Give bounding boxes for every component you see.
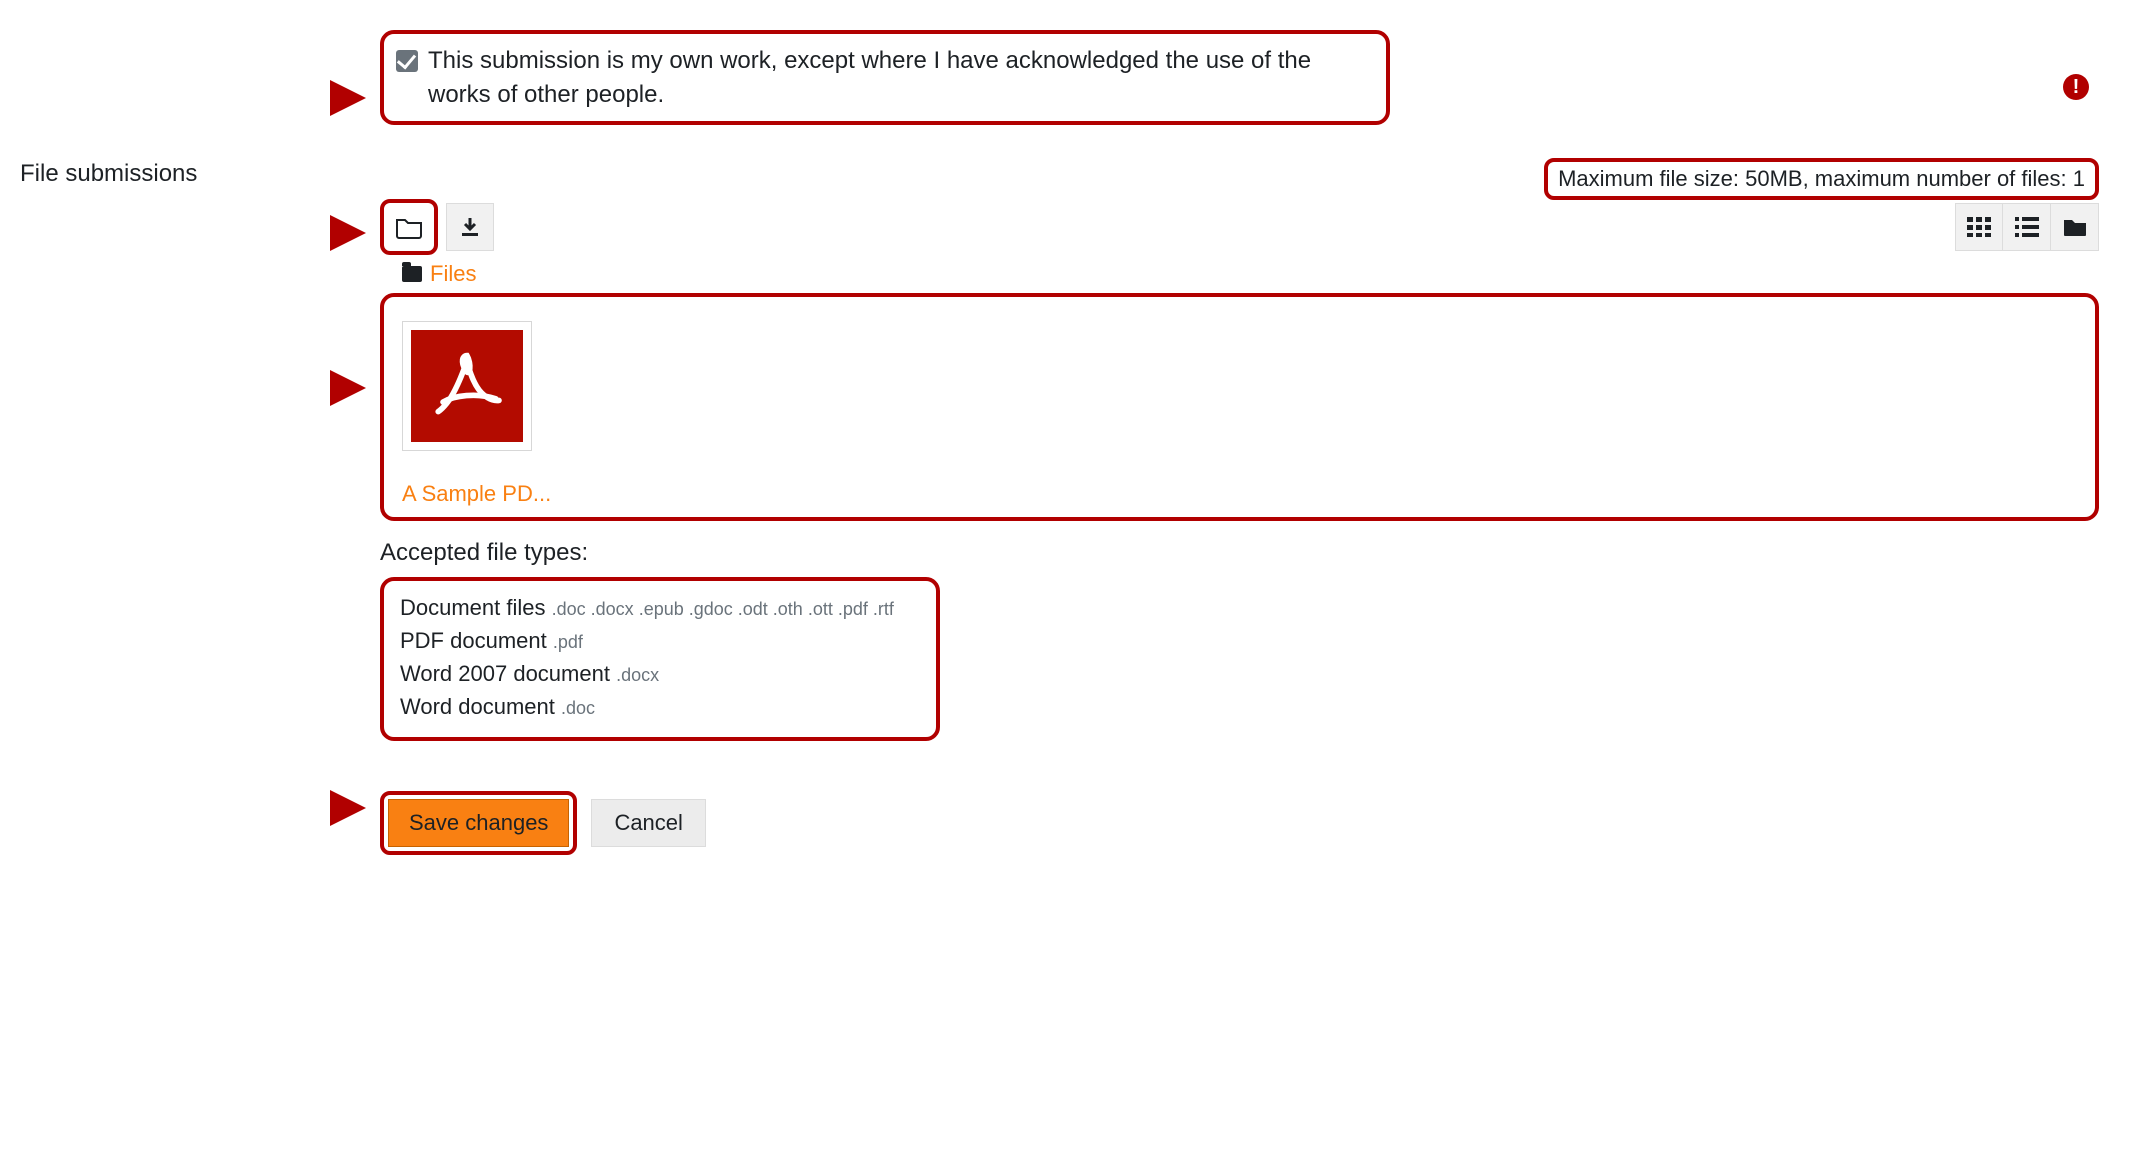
accepted-type-row: Word 2007 document .docx — [400, 657, 920, 690]
file-drop-area[interactable]: A Sample PD... — [380, 293, 2099, 521]
grid-icon — [1967, 217, 1991, 237]
folder-mini-icon — [402, 266, 422, 282]
breadcrumb-root[interactable]: Files — [430, 261, 476, 287]
accepted-types-label: Accepted file types: — [380, 539, 2119, 567]
file-breadcrumb: Files — [402, 261, 2119, 287]
download-icon — [458, 215, 482, 239]
view-icons-button[interactable] — [1955, 203, 2003, 251]
declaration-checkbox[interactable] — [396, 50, 418, 72]
list-icon — [2015, 217, 2039, 237]
section-label: File submissions — [20, 30, 360, 188]
highlight-arrow-icon — [330, 790, 366, 826]
accepted-type-row: Document files .doc .docx .epub .gdoc .o… — [400, 591, 920, 624]
save-changes-button[interactable]: Save changes — [388, 799, 569, 847]
accepted-types-box: Document files .doc .docx .epub .gdoc .o… — [380, 577, 940, 741]
download-all-button[interactable] — [446, 203, 494, 251]
filepicker-toolbar — [380, 199, 2119, 255]
declaration-box: This submission is my own work, except w… — [380, 30, 1390, 125]
folder-icon — [395, 215, 423, 239]
file-tile[interactable]: A Sample PD... — [402, 321, 552, 507]
file-name: A Sample PD... — [402, 481, 552, 507]
highlight-arrow-icon — [330, 370, 366, 406]
accepted-type-row: PDF document .pdf — [400, 624, 920, 657]
add-file-button[interactable] — [380, 199, 438, 255]
pdf-icon — [411, 330, 523, 442]
highlight-arrow-icon — [330, 80, 366, 116]
view-tree-button[interactable] — [2051, 203, 2099, 251]
view-list-button[interactable] — [2003, 203, 2051, 251]
cancel-button[interactable]: Cancel — [591, 799, 705, 847]
file-limits-text: Maximum file size: 50MB, maximum number … — [1544, 158, 2099, 200]
folder-solid-icon — [2063, 217, 2087, 237]
accepted-type-row: Word document .doc — [400, 690, 920, 723]
highlight-arrow-icon — [330, 215, 366, 251]
required-warning-icon: ! — [2063, 74, 2089, 100]
file-thumbnail — [402, 321, 532, 451]
declaration-text: This submission is my own work, except w… — [428, 44, 1368, 111]
